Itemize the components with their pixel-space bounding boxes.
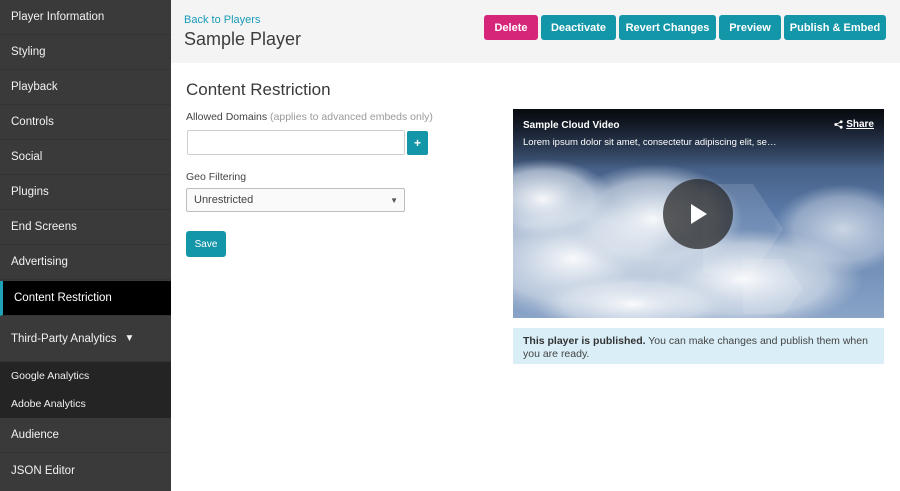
sidebar-item-label: Content Restriction bbox=[14, 292, 112, 304]
sidebar-item-label: JSON Editor bbox=[11, 464, 75, 477]
video-description: Lorem ipsum dolor sit amet, consectetur … bbox=[523, 137, 777, 148]
sidebar-subitem-label: Adobe Analytics bbox=[11, 398, 86, 410]
publish-embed-button[interactable]: Publish & Embed bbox=[784, 15, 886, 40]
geo-filtering-select[interactable]: Unrestricted ▼ bbox=[186, 188, 405, 212]
revert-changes-button[interactable]: Revert Changes bbox=[619, 15, 716, 40]
sidebar-item-third-party-analytics[interactable]: Third-Party Analytics ▼ bbox=[0, 316, 171, 362]
play-button[interactable] bbox=[663, 179, 733, 249]
preview-button[interactable]: Preview bbox=[719, 15, 781, 40]
sidebar-item-content-restriction[interactable]: Content Restriction bbox=[0, 281, 171, 316]
sidebar-item-label: Audience bbox=[11, 429, 59, 441]
geo-filtering-label: Geo Filtering bbox=[186, 171, 247, 183]
geo-filtering-selected-value: Unrestricted bbox=[194, 194, 254, 206]
sidebar-item-label: Styling bbox=[11, 46, 46, 58]
sidebar-item-end-screens[interactable]: End Screens bbox=[0, 210, 171, 245]
share-button[interactable]: Share bbox=[834, 119, 874, 130]
sidebar-item-label: Playback bbox=[11, 81, 58, 93]
sidebar-item-label: Controls bbox=[11, 116, 54, 128]
allowed-domains-label: Allowed Domains (applies to advanced emb… bbox=[186, 111, 433, 123]
section-title: Content Restriction bbox=[186, 80, 331, 99]
add-domain-button[interactable]: + bbox=[407, 131, 428, 155]
sidebar-item-styling[interactable]: Styling bbox=[0, 35, 171, 70]
sidebar-item-controls[interactable]: Controls bbox=[0, 105, 171, 140]
sidebar-item-json-editor[interactable]: JSON Editor bbox=[0, 453, 171, 488]
allowed-domains-input[interactable] bbox=[187, 130, 405, 155]
sidebar-item-plugins[interactable]: Plugins bbox=[0, 175, 171, 210]
save-button[interactable]: Save bbox=[186, 231, 226, 257]
published-notice-bold: This player is published. bbox=[523, 335, 646, 347]
page-title: Sample Player bbox=[184, 29, 302, 49]
allowed-domains-label-text: Allowed Domains bbox=[186, 111, 268, 123]
sidebar-item-label: Player Information bbox=[11, 11, 105, 23]
sidebar-item-advertising[interactable]: Advertising bbox=[0, 245, 171, 280]
sidebar-item-label: Social bbox=[11, 151, 43, 163]
sidebar-item-label: Third-Party Analytics bbox=[11, 332, 117, 345]
sidebar: Player Information Styling Playback Cont… bbox=[0, 0, 171, 491]
sidebar-subitem-label: Google Analytics bbox=[11, 370, 90, 382]
sidebar-item-player-information[interactable]: Player Information bbox=[0, 0, 171, 35]
share-icon bbox=[834, 120, 843, 129]
sidebar-item-audience[interactable]: Audience bbox=[0, 418, 171, 453]
sidebar-item-label: End Screens bbox=[11, 221, 77, 233]
video-player-preview[interactable]: Sample Cloud Video Lorem ipsum dolor sit… bbox=[513, 109, 884, 318]
sidebar-item-social[interactable]: Social bbox=[0, 140, 171, 175]
sidebar-item-label: Plugins bbox=[11, 186, 49, 198]
page-header: Back to Players Sample Player Delete Dea… bbox=[171, 0, 900, 63]
sidebar-subitem-adobe-analytics[interactable]: Adobe Analytics bbox=[0, 390, 171, 418]
allowed-domains-hint: (applies to advanced embeds only) bbox=[270, 111, 433, 123]
delete-button[interactable]: Delete bbox=[484, 15, 538, 40]
video-title: Sample Cloud Video bbox=[523, 120, 620, 131]
sidebar-subitem-google-analytics[interactable]: Google Analytics bbox=[0, 362, 171, 390]
share-label: Share bbox=[846, 119, 874, 130]
back-to-players-link[interactable]: Back to Players bbox=[184, 14, 260, 26]
sidebar-item-playback[interactable]: Playback bbox=[0, 70, 171, 105]
play-icon bbox=[691, 204, 707, 224]
sidebar-item-label: Advertising bbox=[11, 256, 68, 268]
dropdown-arrow-icon: ▼ bbox=[390, 196, 398, 205]
caret-down-icon: ▼ bbox=[124, 333, 135, 344]
published-notice: This player is published. You can make c… bbox=[513, 328, 884, 364]
deactivate-button[interactable]: Deactivate bbox=[541, 15, 616, 40]
